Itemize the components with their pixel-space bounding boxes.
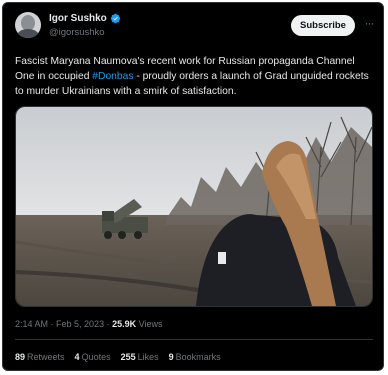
author-name-row: Igor Sushko [49,13,121,24]
engagement-stats: 89 Retweets 4 Quotes 255 Likes 9 Bookmarks [15,352,231,362]
bookmarks-label: Bookmarks [175,352,221,362]
meta-separator: · [48,319,57,329]
likes-count: 255 [120,352,136,362]
bookmarks-stat[interactable]: 9 Bookmarks [169,352,221,362]
subscribe-button[interactable]: Subscribe [291,15,355,36]
author-avatar[interactable] [15,12,41,38]
bookmarks-count: 9 [168,352,174,362]
quotes-count: 4 [74,352,80,362]
likes-stat[interactable]: 255 Likes [121,352,159,362]
retweets-count: 89 [15,352,26,362]
views-count: 25.9K [112,319,137,329]
avatar-shoulders [17,29,39,38]
retweets-stat[interactable]: 89 Retweets [15,352,65,362]
likes-label: Likes [137,352,159,362]
views-label: Views [138,319,163,329]
tweet-time[interactable]: 2:14 AM [15,319,48,329]
author-handle[interactable]: @igorsushko [49,27,105,38]
divider [15,339,373,340]
quotes-stat[interactable]: 4 Quotes [75,352,111,362]
tweet-date[interactable]: Feb 5, 2023 [56,319,104,329]
hashtag-link[interactable]: #Donbas [92,71,133,82]
video-frame [16,107,372,306]
meta-separator-2: · [104,319,113,329]
more-options-icon[interactable]: ··· [361,16,377,34]
tweet-text: Fascist Maryana Naumova's recent work fo… [15,54,373,99]
tweet-meta: 2:14 AM · Feb 5, 2023 · 25.9K Views [15,319,162,329]
tweet-video[interactable] [15,106,373,307]
retweets-label: Retweets [27,352,65,362]
tweet-card: Igor Sushko @igorsushko Subscribe ··· Fa… [2,2,384,371]
author-display-name[interactable]: Igor Sushko [49,13,107,24]
quotes-label: Quotes [81,352,111,362]
verified-badge-icon [110,13,120,24]
